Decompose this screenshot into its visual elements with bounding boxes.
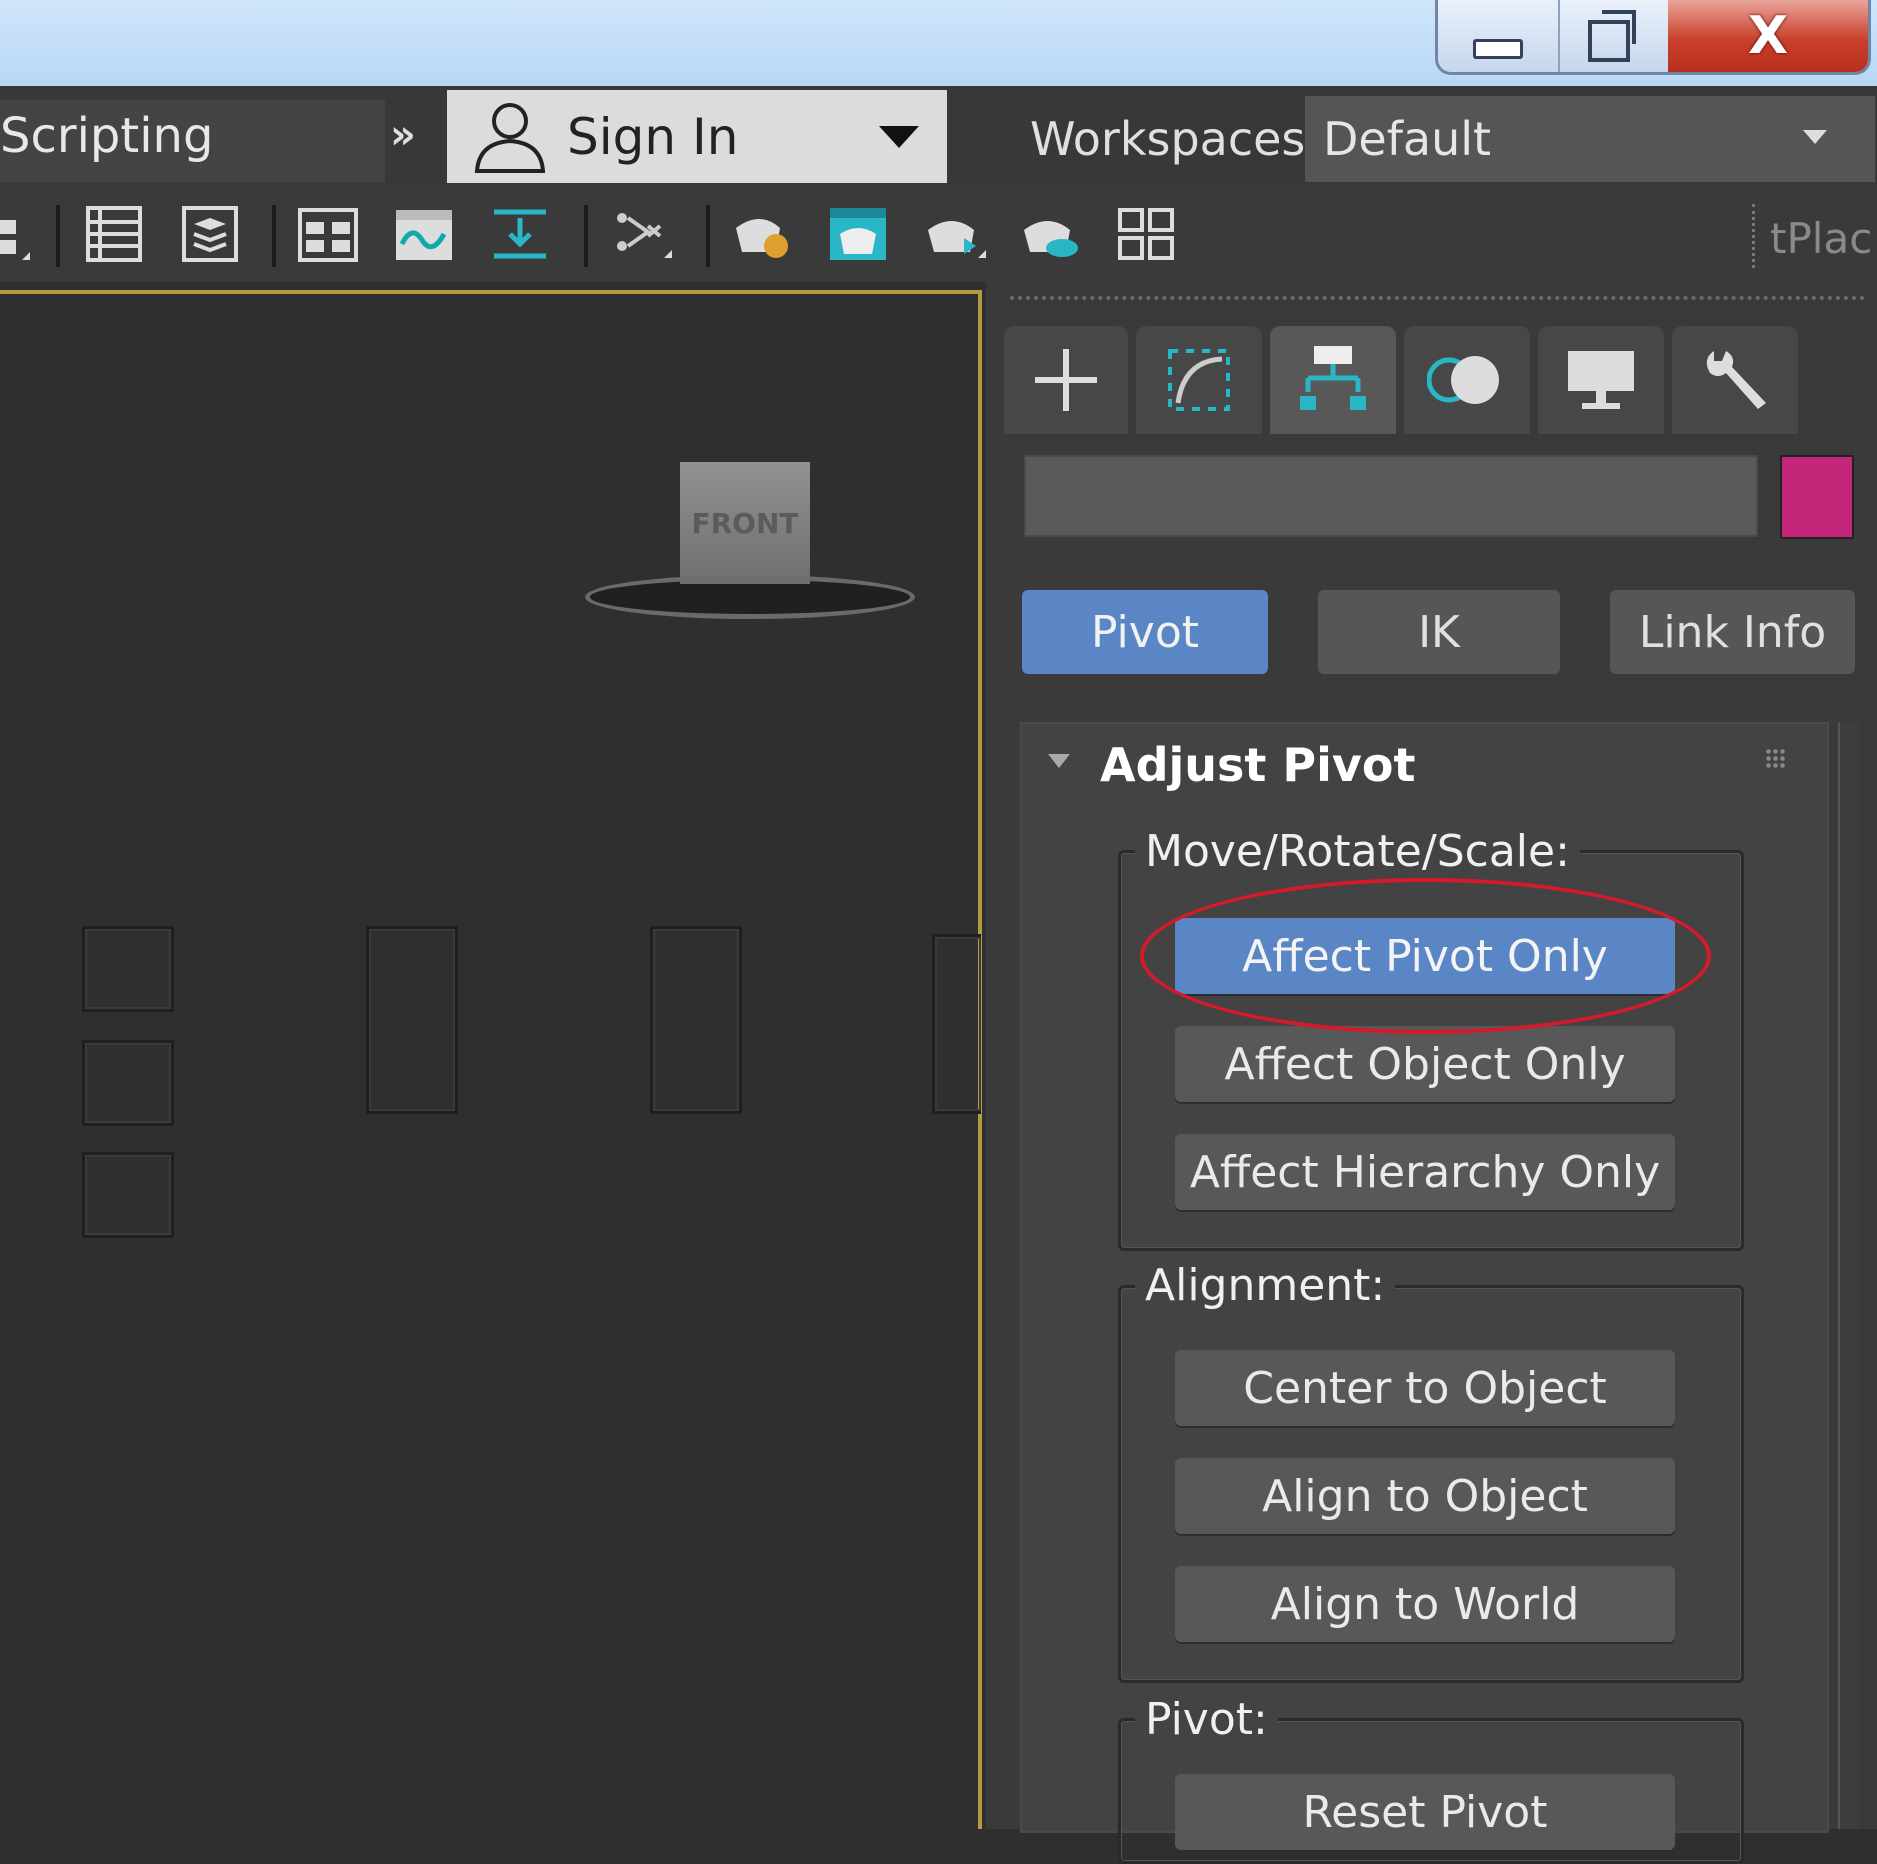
- menu-overflow-button[interactable]: »: [390, 112, 416, 158]
- tab-modify[interactable]: [1136, 326, 1262, 434]
- monitor-icon: [1568, 351, 1634, 409]
- chevron-down-icon: [1803, 130, 1827, 144]
- collapse-arrow-icon[interactable]: [1048, 754, 1070, 768]
- toolbar-separator: [56, 205, 60, 267]
- minimize-icon: [1473, 39, 1523, 59]
- scene-object[interactable]: [932, 934, 981, 1114]
- workspace-value: Default: [1323, 112, 1492, 166]
- sign-in-dropdown[interactable]: Sign In: [447, 90, 947, 183]
- restore-icon: [1588, 10, 1636, 62]
- scene-explorer-icon[interactable]: [82, 200, 146, 268]
- user-icon: [474, 102, 546, 173]
- tab-hierarchy[interactable]: [1270, 326, 1396, 434]
- minimize-button[interactable]: [1438, 0, 1560, 72]
- schematic-view-icon[interactable]: [488, 200, 552, 268]
- rollout-grip-icon[interactable]: [1765, 748, 1787, 770]
- grid-toggle-icon[interactable]: [1114, 200, 1178, 268]
- affect-pivot-only-button[interactable]: Affect Pivot Only: [1175, 918, 1675, 994]
- sign-in-label: Sign In: [567, 107, 739, 166]
- tab-utilities[interactable]: [1672, 326, 1798, 434]
- scene-object[interactable]: [366, 926, 458, 1114]
- panel-grip[interactable]: [1010, 296, 1865, 306]
- curve-editor-icon[interactable]: [392, 200, 456, 268]
- affect-object-only-button[interactable]: Affect Object Only: [1175, 1026, 1675, 1102]
- layer-explorer-icon[interactable]: [178, 200, 242, 268]
- workspaces-label: Workspaces:: [1030, 112, 1321, 166]
- truncated-tool-icon[interactable]: [0, 200, 30, 268]
- center-to-object-button[interactable]: Center to Object: [1175, 1350, 1675, 1426]
- move-rotate-scale-label: Move/Rotate/Scale:: [1135, 826, 1580, 877]
- truncated-toolbar-label: tPlac: [1770, 214, 1873, 263]
- toolbar-grip[interactable]: [1752, 204, 1761, 268]
- object-color-swatch[interactable]: [1780, 455, 1854, 539]
- material-editor-icon[interactable]: [608, 200, 672, 268]
- scene-object[interactable]: [82, 1040, 174, 1126]
- rollout-scrollbar[interactable]: [1838, 722, 1860, 1829]
- align-to-world-button[interactable]: Align to World: [1175, 1566, 1675, 1642]
- scene-object[interactable]: [82, 1152, 174, 1238]
- window-controls: X: [1435, 0, 1871, 75]
- tab-create[interactable]: [1004, 326, 1128, 434]
- toggle-ribbon-icon[interactable]: [296, 200, 360, 268]
- close-icon: X: [1747, 6, 1789, 66]
- workspaces-select[interactable]: Default: [1305, 96, 1875, 182]
- hierarchy-icon: [1300, 346, 1366, 410]
- toolbar-separator: [272, 205, 276, 267]
- reset-pivot-button[interactable]: Reset Pivot: [1175, 1774, 1675, 1850]
- rendered-frame-window-icon[interactable]: [826, 200, 890, 268]
- tab-display[interactable]: [1538, 326, 1664, 434]
- pivot-subtab-button[interactable]: Pivot: [1022, 590, 1268, 674]
- viewcube-label: FRONT: [691, 506, 799, 540]
- toolbar-separator: [584, 205, 588, 267]
- toolbar-separator: [706, 205, 710, 267]
- menu-item-scripting[interactable]: Scripting: [0, 100, 385, 182]
- rollout-title[interactable]: Adjust Pivot: [1100, 738, 1416, 792]
- modify-curve-icon: [1168, 349, 1230, 411]
- ik-subtab-button[interactable]: IK: [1318, 590, 1560, 674]
- alignment-label: Alignment:: [1135, 1260, 1396, 1311]
- tab-motion[interactable]: [1404, 326, 1530, 434]
- affect-hierarchy-only-button[interactable]: Affect Hierarchy Only: [1175, 1134, 1675, 1210]
- dropdown-arrow-icon: [879, 125, 919, 148]
- viewcube[interactable]: FRONT: [680, 462, 810, 584]
- plus-icon: [1035, 349, 1097, 411]
- render-in-cloud-icon[interactable]: [1018, 200, 1082, 268]
- restore-button[interactable]: [1558, 0, 1670, 72]
- render-production-icon[interactable]: [922, 200, 986, 268]
- align-to-object-button[interactable]: Align to Object: [1175, 1458, 1675, 1534]
- pivot-label: Pivot:: [1135, 1694, 1278, 1745]
- wrench-icon: [1706, 351, 1766, 409]
- link-info-subtab-button[interactable]: Link Info: [1610, 590, 1855, 674]
- close-button[interactable]: X: [1668, 0, 1868, 72]
- scene-object[interactable]: [650, 926, 742, 1114]
- scene-object[interactable]: [82, 926, 174, 1012]
- object-name-field[interactable]: [1024, 455, 1758, 537]
- render-setup-icon[interactable]: [730, 200, 794, 268]
- motion-icon: [1427, 356, 1499, 404]
